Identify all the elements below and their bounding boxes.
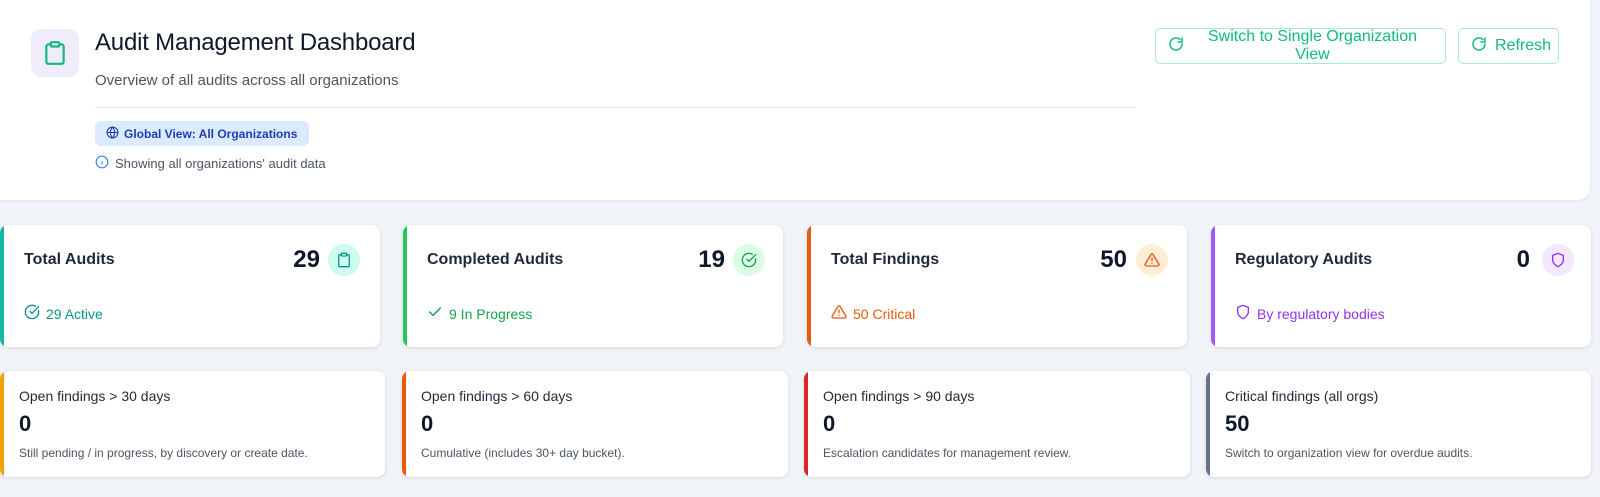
refresh-icon bbox=[1471, 36, 1487, 57]
aging-value: 0 bbox=[421, 411, 434, 436]
info-line: Showing all organizations' audit data bbox=[95, 155, 326, 172]
stat-card-regulatory-audits: Regulatory Audits 0 By regulatory bodies bbox=[1211, 225, 1591, 347]
card-accent bbox=[807, 225, 811, 347]
global-view-badge: Global View: All Organizations bbox=[95, 121, 310, 146]
stat-value: 0 bbox=[1516, 246, 1530, 273]
stat-card-completed-audits: Completed Audits 19 9 In Progress bbox=[403, 225, 783, 347]
stat-value: 29 bbox=[293, 246, 320, 273]
card-accent bbox=[403, 225, 407, 347]
card-accent bbox=[402, 371, 406, 477]
aging-value: 0 bbox=[19, 411, 32, 436]
card-accent bbox=[0, 371, 4, 477]
stat-sub-text: By regulatory bodies bbox=[1257, 305, 1385, 322]
aging-desc: Cumulative (includes 30+ day bucket). bbox=[421, 446, 625, 460]
stat-sub-text: 9 In Progress bbox=[449, 305, 533, 322]
aging-value: 50 bbox=[1225, 411, 1250, 436]
switch-view-button[interactable]: Switch to Single Organization View bbox=[1155, 28, 1446, 64]
clipboard-icon bbox=[31, 29, 79, 77]
refresh-icon bbox=[1168, 36, 1184, 57]
stat-card-total-findings: Total Findings 50 50 Critical bbox=[807, 225, 1187, 347]
global-view-badge-label: Global View: All Organizations bbox=[124, 126, 298, 141]
aging-value: 0 bbox=[823, 411, 836, 436]
aging-card-90-days: Open findings > 90 days 0 Escalation can… bbox=[804, 371, 1190, 477]
stat-card-total-audits: Total Audits 29 29 Active bbox=[0, 225, 380, 347]
info-text: Showing all organizations' audit data bbox=[115, 156, 326, 171]
warning-triangle-icon bbox=[831, 304, 847, 323]
card-accent bbox=[1206, 371, 1210, 477]
check-circle-icon bbox=[24, 304, 40, 323]
aging-card-critical-findings: Critical findings (all orgs) 50 Switch t… bbox=[1206, 371, 1591, 477]
aging-label: Open findings > 90 days bbox=[823, 388, 975, 404]
stat-sub: 9 In Progress bbox=[427, 304, 532, 323]
warning-triangle-icon bbox=[1136, 244, 1168, 276]
aging-label: Critical findings (all orgs) bbox=[1225, 388, 1379, 404]
aging-card-60-days: Open findings > 60 days 0 Cumulative (in… bbox=[402, 371, 788, 477]
shield-icon bbox=[1542, 244, 1574, 276]
stat-label: Regulatory Audits bbox=[1235, 251, 1373, 268]
stat-sub: 29 Active bbox=[24, 304, 103, 323]
header-panel: Audit Management Dashboard Overview of a… bbox=[0, 0, 1590, 200]
header-divider bbox=[95, 107, 1135, 108]
stat-sub: By regulatory bodies bbox=[1235, 304, 1385, 323]
shield-icon bbox=[1235, 304, 1251, 323]
aging-label: Open findings > 60 days bbox=[421, 388, 573, 404]
refresh-label: Refresh bbox=[1495, 37, 1552, 54]
page-subtitle: Overview of all audits across all organi… bbox=[95, 72, 399, 89]
switch-view-label: Switch to Single Organization View bbox=[1208, 28, 1417, 63]
aging-card-30-days: Open findings > 30 days 0 Still pending … bbox=[0, 371, 385, 477]
check-icon bbox=[427, 304, 443, 323]
stat-label: Completed Audits bbox=[427, 251, 564, 268]
card-accent bbox=[804, 371, 808, 477]
aging-label: Open findings > 30 days bbox=[19, 388, 171, 404]
card-accent bbox=[1211, 225, 1215, 347]
stat-label: Total Findings bbox=[831, 251, 940, 268]
stat-sub-text: 29 Active bbox=[46, 305, 103, 322]
globe-icon bbox=[106, 125, 119, 142]
stat-value: 50 bbox=[1100, 246, 1127, 273]
aging-desc: Escalation candidates for management rev… bbox=[823, 446, 1072, 460]
page-title: Audit Management Dashboard bbox=[95, 29, 416, 56]
stat-sub: 50 Critical bbox=[831, 304, 915, 323]
check-circle-icon bbox=[733, 244, 765, 276]
clipboard-icon bbox=[328, 244, 360, 276]
stat-value: 19 bbox=[698, 246, 725, 273]
card-accent bbox=[0, 225, 4, 347]
aging-desc: Still pending / in progress, by discover… bbox=[19, 446, 308, 460]
refresh-button[interactable]: Refresh bbox=[1458, 28, 1559, 64]
stat-label: Total Audits bbox=[24, 251, 115, 268]
info-icon bbox=[95, 155, 109, 172]
aging-desc: Switch to organization view for overdue … bbox=[1225, 446, 1473, 460]
stat-sub-text: 50 Critical bbox=[853, 305, 916, 322]
